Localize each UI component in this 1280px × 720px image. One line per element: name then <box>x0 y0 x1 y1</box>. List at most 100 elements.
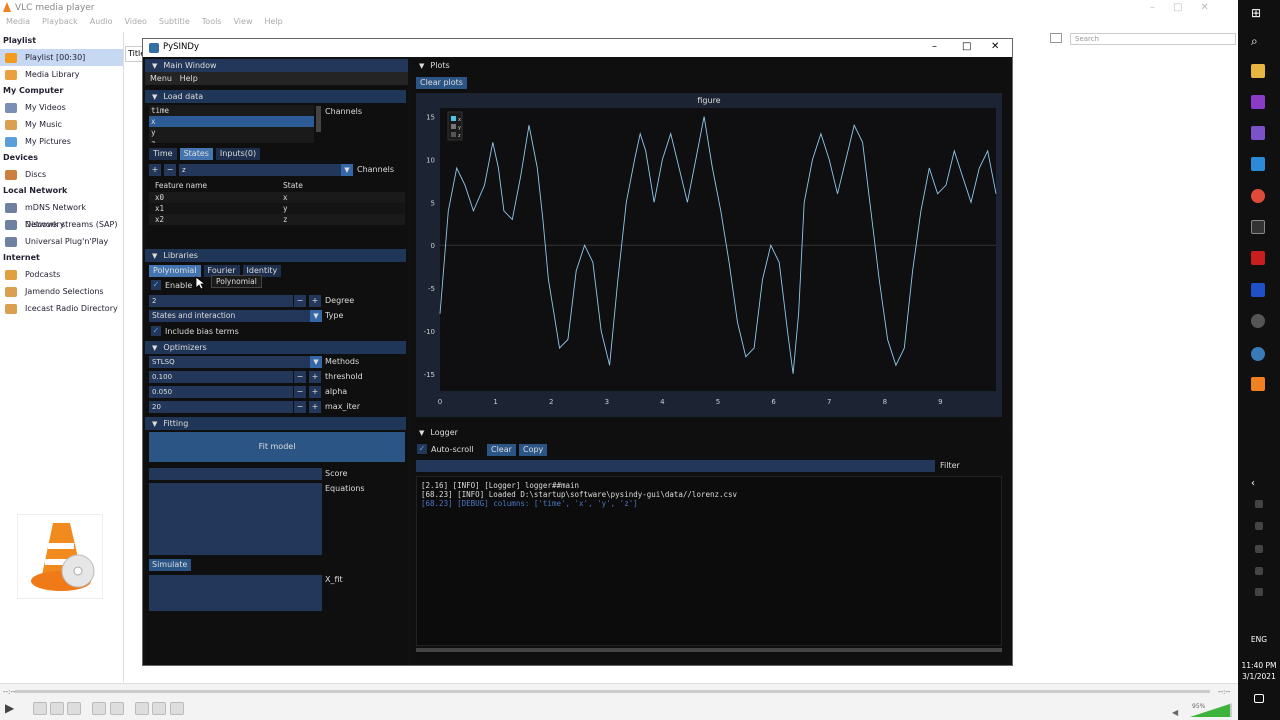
state-cell[interactable]: x <box>283 193 288 202</box>
feature-name-cell[interactable]: x2 <box>155 215 164 224</box>
sidebar-item[interactable]: Media Library <box>0 66 123 83</box>
score-field[interactable] <box>149 468 322 480</box>
add-state-button[interactable]: + <box>149 164 161 176</box>
next-button[interactable] <box>67 702 81 715</box>
channels-listbox[interactable]: time x y z <box>149 105 314 143</box>
degree-input[interactable]: 2 <box>149 295 293 307</box>
simulate-button[interactable]: Simulate <box>149 559 191 571</box>
vlc-menu-subtitle[interactable]: Subtitle <box>153 16 196 30</box>
seek-slider[interactable] <box>15 690 1210 693</box>
chevron-down-icon[interactable]: ▼ <box>341 164 353 176</box>
close-button[interactable]: ✕ <box>991 41 999 52</box>
file-explorer-icon[interactable] <box>1251 64 1265 78</box>
sidebar-item[interactable]: Icecast Radio Directory <box>0 300 123 317</box>
extended-settings-button[interactable] <box>110 702 124 715</box>
acrobat-icon[interactable] <box>1251 251 1265 265</box>
log-output[interactable]: [2.16] [INFO] [Logger] logger##main [68.2… <box>416 476 1002 646</box>
vlc-menu-media[interactable]: Media <box>0 16 36 30</box>
tab-inputs[interactable]: Inputs(0) <box>215 148 261 160</box>
vscode-icon[interactable] <box>1251 157 1265 171</box>
channel-item[interactable]: y <box>149 127 314 138</box>
playlist-toggle-button[interactable] <box>135 702 149 715</box>
chevron-down-icon[interactable]: ▼ <box>310 356 322 368</box>
logger-header[interactable]: ▼ Logger <box>412 426 1009 439</box>
sidebar-item[interactable]: Network streams (SAP) <box>0 216 123 233</box>
param-decrement-button[interactable]: − <box>294 371 306 383</box>
bias-checkbox[interactable]: ✓ <box>151 326 161 336</box>
autoscroll-checkbox[interactable]: ✓ <box>417 444 427 454</box>
fullscreen-button[interactable] <box>92 702 106 715</box>
wifi-icon[interactable] <box>1255 567 1263 575</box>
equations-textbox[interactable] <box>149 483 322 555</box>
python-icon[interactable] <box>1251 347 1265 361</box>
listbox-scrollbar[interactable] <box>316 106 321 132</box>
param-decrement-button[interactable]: − <box>294 401 306 413</box>
previous-button[interactable] <box>33 702 47 715</box>
vlc-taskbar-icon[interactable] <box>1251 377 1265 391</box>
param-increment-button[interactable]: + <box>309 371 321 383</box>
state-cell[interactable]: y <box>283 204 288 213</box>
sidebar-item[interactable]: mDNS Network Discovery <box>0 199 123 229</box>
param-input[interactable]: 20 <box>149 401 293 413</box>
channel-item[interactable]: z <box>149 138 314 143</box>
search-icon[interactable]: ⌕ <box>1251 34 1265 48</box>
sidebar-item[interactable]: My Videos <box>0 99 123 116</box>
line-chart[interactable]: figure 15 10 5 0 -5 -10 -15 0 1 2 3 4 5 6 7 8 9 xyz <box>416 93 1002 417</box>
app-icon[interactable] <box>1251 283 1265 297</box>
param-input[interactable]: 0.050 <box>149 386 293 398</box>
remove-state-button[interactable]: − <box>164 164 176 176</box>
chevron-left-icon[interactable]: ‹ <box>1251 478 1265 492</box>
clock-time[interactable]: 11:40 PM <box>1238 660 1280 671</box>
channel-item[interactable]: time <box>149 105 314 116</box>
sidebar-item[interactable]: Playlist [00:30] <box>0 49 123 66</box>
terminal-icon[interactable] <box>1251 220 1265 234</box>
obs-icon[interactable] <box>1251 314 1265 328</box>
playlist-column-title[interactable]: Title <box>125 46 145 62</box>
windows-start-icon[interactable]: ⊞ <box>1251 6 1265 20</box>
sidebar-item[interactable]: My Pictures <box>0 133 123 150</box>
speaker-icon[interactable]: ◀ <box>1172 708 1178 717</box>
param-increment-button[interactable]: + <box>309 386 321 398</box>
channel-select[interactable]: z <box>179 164 341 176</box>
feature-name-cell[interactable]: x0 <box>155 193 164 202</box>
table-row[interactable]: x0 x <box>149 192 405 203</box>
stop-button[interactable] <box>50 702 64 715</box>
table-row[interactable]: x2 z <box>149 214 405 225</box>
vlc-menu-tools[interactable]: Tools <box>196 16 228 30</box>
sidebar-item[interactable]: Podcasts <box>0 266 123 283</box>
feature-name-cell[interactable]: x1 <box>155 204 164 213</box>
main-window-header[interactable]: ▼ Main Window <box>145 59 408 72</box>
vlc-menu-video[interactable]: Video <box>118 16 152 30</box>
degree-decrement-button[interactable]: − <box>294 295 306 307</box>
load-data-header[interactable]: ▼ Load data <box>145 90 406 103</box>
menu-item-menu[interactable]: Menu <box>150 74 172 83</box>
play-button[interactable]: ▶ <box>5 701 21 717</box>
table-row[interactable]: x1 y <box>149 203 405 214</box>
clear-plots-button[interactable]: Clear plots <box>416 77 467 89</box>
tab-polynomial[interactable]: Polynomial <box>149 265 201 277</box>
visual-studio-icon[interactable] <box>1251 126 1265 140</box>
fitting-header[interactable]: ▼ Fitting <box>145 417 406 430</box>
libraries-header[interactable]: ▼ Libraries <box>145 249 406 262</box>
tray-icon[interactable] <box>1255 500 1263 508</box>
state-cell[interactable]: z <box>283 215 288 224</box>
sidebar-item[interactable]: Discs <box>0 166 123 183</box>
onenote-icon[interactable] <box>1251 95 1265 109</box>
chevron-down-icon[interactable]: ▼ <box>310 310 322 322</box>
loop-button[interactable] <box>152 702 166 715</box>
plots-header[interactable]: ▼ Plots <box>412 59 1009 72</box>
playlist-view-icon[interactable] <box>1050 33 1062 43</box>
vlc-menu-audio[interactable]: Audio <box>84 16 119 30</box>
x-fit-textbox[interactable] <box>149 575 322 611</box>
degree-increment-button[interactable]: + <box>309 295 321 307</box>
vlc-menu-view[interactable]: View <box>228 16 259 30</box>
log-horizontal-scrollbar[interactable] <box>416 648 1002 652</box>
vlc-window-controls[interactable]: –□✕ <box>1150 2 1227 13</box>
sidebar-item[interactable]: Jamendo Selections <box>0 283 123 300</box>
clock-date[interactable]: 3/1/2021 <box>1238 671 1280 682</box>
volume-icon[interactable] <box>1255 588 1263 596</box>
tab-states[interactable]: States <box>179 148 213 160</box>
playlist-search-input[interactable]: Search <box>1070 33 1236 45</box>
tray-icon[interactable] <box>1255 545 1263 553</box>
param-input[interactable]: 0.100 <box>149 371 293 383</box>
